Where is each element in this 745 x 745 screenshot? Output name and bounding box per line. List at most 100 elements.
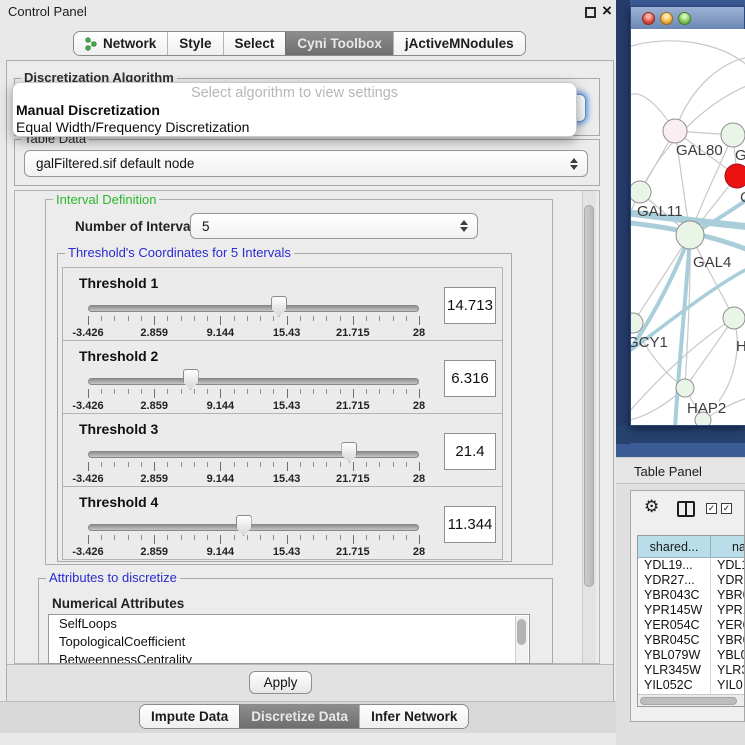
table-row[interactable]: YPR145WYPR1: [638, 603, 745, 618]
tick-mark: [340, 316, 341, 321]
node-attribute-table[interactable]: shared... na YDL19...YDL1 YDR27...YDR2 Y…: [637, 535, 745, 707]
tab-jactivemnodules[interactable]: jActiveMNodules: [393, 32, 525, 55]
tab-style[interactable]: Style: [167, 32, 222, 55]
tick-mark: [101, 462, 102, 467]
close-icon[interactable]: ×: [602, 1, 612, 21]
tick-label: 21.715: [336, 400, 370, 412]
zoom-traffic-icon[interactable]: [678, 12, 691, 25]
number-of-intervals-combobox[interactable]: 5: [190, 213, 478, 239]
table-horizontal-scrollbar-thumb[interactable]: [640, 697, 737, 705]
tick-mark: [273, 462, 274, 467]
tick-mark: [406, 462, 407, 467]
column-header-name[interactable]: na: [711, 536, 745, 558]
tick-mark: [234, 462, 235, 467]
threshold-value-field[interactable]: 11.344: [444, 506, 496, 543]
table-row[interactable]: YIL052CYIL0: [638, 678, 745, 693]
slider-thumb[interactable]: [183, 369, 199, 390]
table-panel-bar: Table Panel: [616, 457, 745, 484]
threshold-4-panel: Threshold 4 -3.4262.8599.14415.4321.7152…: [62, 486, 503, 560]
gear-icon[interactable]: ⚙: [644, 497, 659, 517]
tab-discretize-data[interactable]: Discretize Data: [239, 705, 359, 728]
tick-mark: [234, 535, 235, 540]
split-columns-icon[interactable]: [677, 501, 695, 517]
table-data-combobox[interactable]: galFiltered.sif default node: [24, 150, 588, 177]
tab-cyni-toolbox[interactable]: Cyni Toolbox: [285, 32, 393, 55]
table-rows: YDL19...YDL1 YDR27...YDR2 YBR043CYBR0 YP…: [638, 558, 745, 693]
list-item[interactable]: BetweennessCentrality: [49, 651, 529, 664]
tick-mark: [379, 389, 380, 394]
tick-mark: [88, 389, 89, 398]
attributes-list-scrollbar[interactable]: [515, 616, 528, 664]
tab-select[interactable]: Select: [223, 32, 286, 55]
dropdown-placeholder-item: Select algorithm to view settings: [13, 85, 576, 101]
tick-mark: [167, 462, 168, 467]
settings-scrollbar-thumb[interactable]: [584, 205, 594, 587]
tick-mark: [326, 316, 327, 321]
numerical-attributes-list[interactable]: SelfLoops TopologicalCoefficient Between…: [48, 614, 530, 664]
tick-mark: [406, 316, 407, 321]
table-row[interactable]: YLR345W YLR3: [638, 663, 745, 678]
checkbox-icon[interactable]: ✓: [706, 503, 717, 514]
screen: Control Panel × Network Style Select Cyn…: [0, 0, 745, 745]
slider-thumb[interactable]: [271, 296, 287, 317]
table-row[interactable]: YBL079WYBL0: [638, 648, 745, 663]
slider-thumb[interactable]: [341, 442, 357, 463]
tick-mark: [287, 462, 288, 471]
tick-mark: [154, 462, 155, 471]
tab-impute-data[interactable]: Impute Data: [140, 705, 239, 728]
tab-impute-data-label: Impute Data: [151, 709, 228, 724]
tick-mark: [287, 389, 288, 398]
network-node-selected-red[interactable]: [725, 164, 745, 188]
table-row[interactable]: YDR27...YDR2: [638, 573, 745, 588]
float-window-icon[interactable]: [585, 7, 596, 18]
network-node-gal4[interactable]: [676, 221, 704, 249]
slider-thumb[interactable]: [236, 515, 252, 536]
minimize-traffic-icon[interactable]: [660, 12, 673, 25]
table-row[interactable]: YBR045CYBR0: [638, 633, 745, 648]
list-item[interactable]: TopologicalCoefficient: [49, 633, 529, 651]
tick-mark: [141, 535, 142, 540]
dropdown-option-manual[interactable]: Manual Discretization: [16, 102, 160, 118]
tick-mark: [220, 462, 221, 471]
close-traffic-icon[interactable]: [642, 12, 655, 25]
tick-mark: [88, 535, 89, 544]
threshold-value-field[interactable]: 14.713: [444, 287, 496, 324]
column-header-shared-name[interactable]: shared...: [638, 536, 711, 558]
tick-mark: [141, 389, 142, 394]
tab-discretize-data-label: Discretize Data: [251, 709, 348, 724]
network-canvas[interactable]: GAL80 GA C GAL11 GAL4 GCY1 H HAP2: [631, 29, 745, 425]
table-horizontal-scrollbar[interactable]: [638, 694, 744, 707]
tick-mark: [353, 389, 354, 398]
node-label-clipped: H: [736, 338, 745, 355]
cell-shared-name: YLR345W: [644, 663, 701, 677]
attributes-list-scrollbar-thumb[interactable]: [517, 619, 526, 645]
slider-scale: -3.4262.8599.14415.4321.71528: [88, 461, 419, 487]
tick-mark: [101, 389, 102, 394]
network-node[interactable]: [721, 123, 745, 147]
table-row[interactable]: YDL19...YDL1: [638, 558, 745, 573]
tick-mark: [340, 462, 341, 467]
table-row[interactable]: YBR043CYBR0: [638, 588, 745, 603]
threshold-value-field[interactable]: 21.4: [444, 433, 496, 470]
node-label-clipped: GA: [735, 147, 745, 164]
tab-infer-network[interactable]: Infer Network: [359, 705, 468, 728]
table-row[interactable]: YER054CYER0: [638, 618, 745, 633]
network-node-hap2[interactable]: [676, 379, 694, 397]
cell-name: YLR3: [717, 663, 745, 677]
tick-mark: [393, 535, 394, 540]
tick-mark: [101, 316, 102, 321]
tab-network[interactable]: Network: [74, 32, 167, 55]
list-item[interactable]: SelfLoops: [49, 615, 529, 633]
network-node-gal11[interactable]: [631, 181, 651, 203]
network-window-titlebar[interactable]: [631, 7, 744, 30]
threshold-value-field[interactable]: 6.316: [444, 360, 496, 397]
threshold-label: Threshold 1: [79, 275, 158, 291]
apply-button[interactable]: Apply: [249, 671, 312, 694]
tick-mark: [247, 389, 248, 394]
network-node-gal80[interactable]: [663, 119, 687, 143]
dropdown-option-equal-width[interactable]: Equal Width/Frequency Discretization: [16, 119, 249, 135]
checkbox-icon[interactable]: ✓: [721, 503, 732, 514]
node-label-gal11: GAL11: [637, 203, 683, 220]
network-node-h[interactable]: [723, 307, 745, 329]
tick-label: -3.426: [72, 473, 103, 485]
